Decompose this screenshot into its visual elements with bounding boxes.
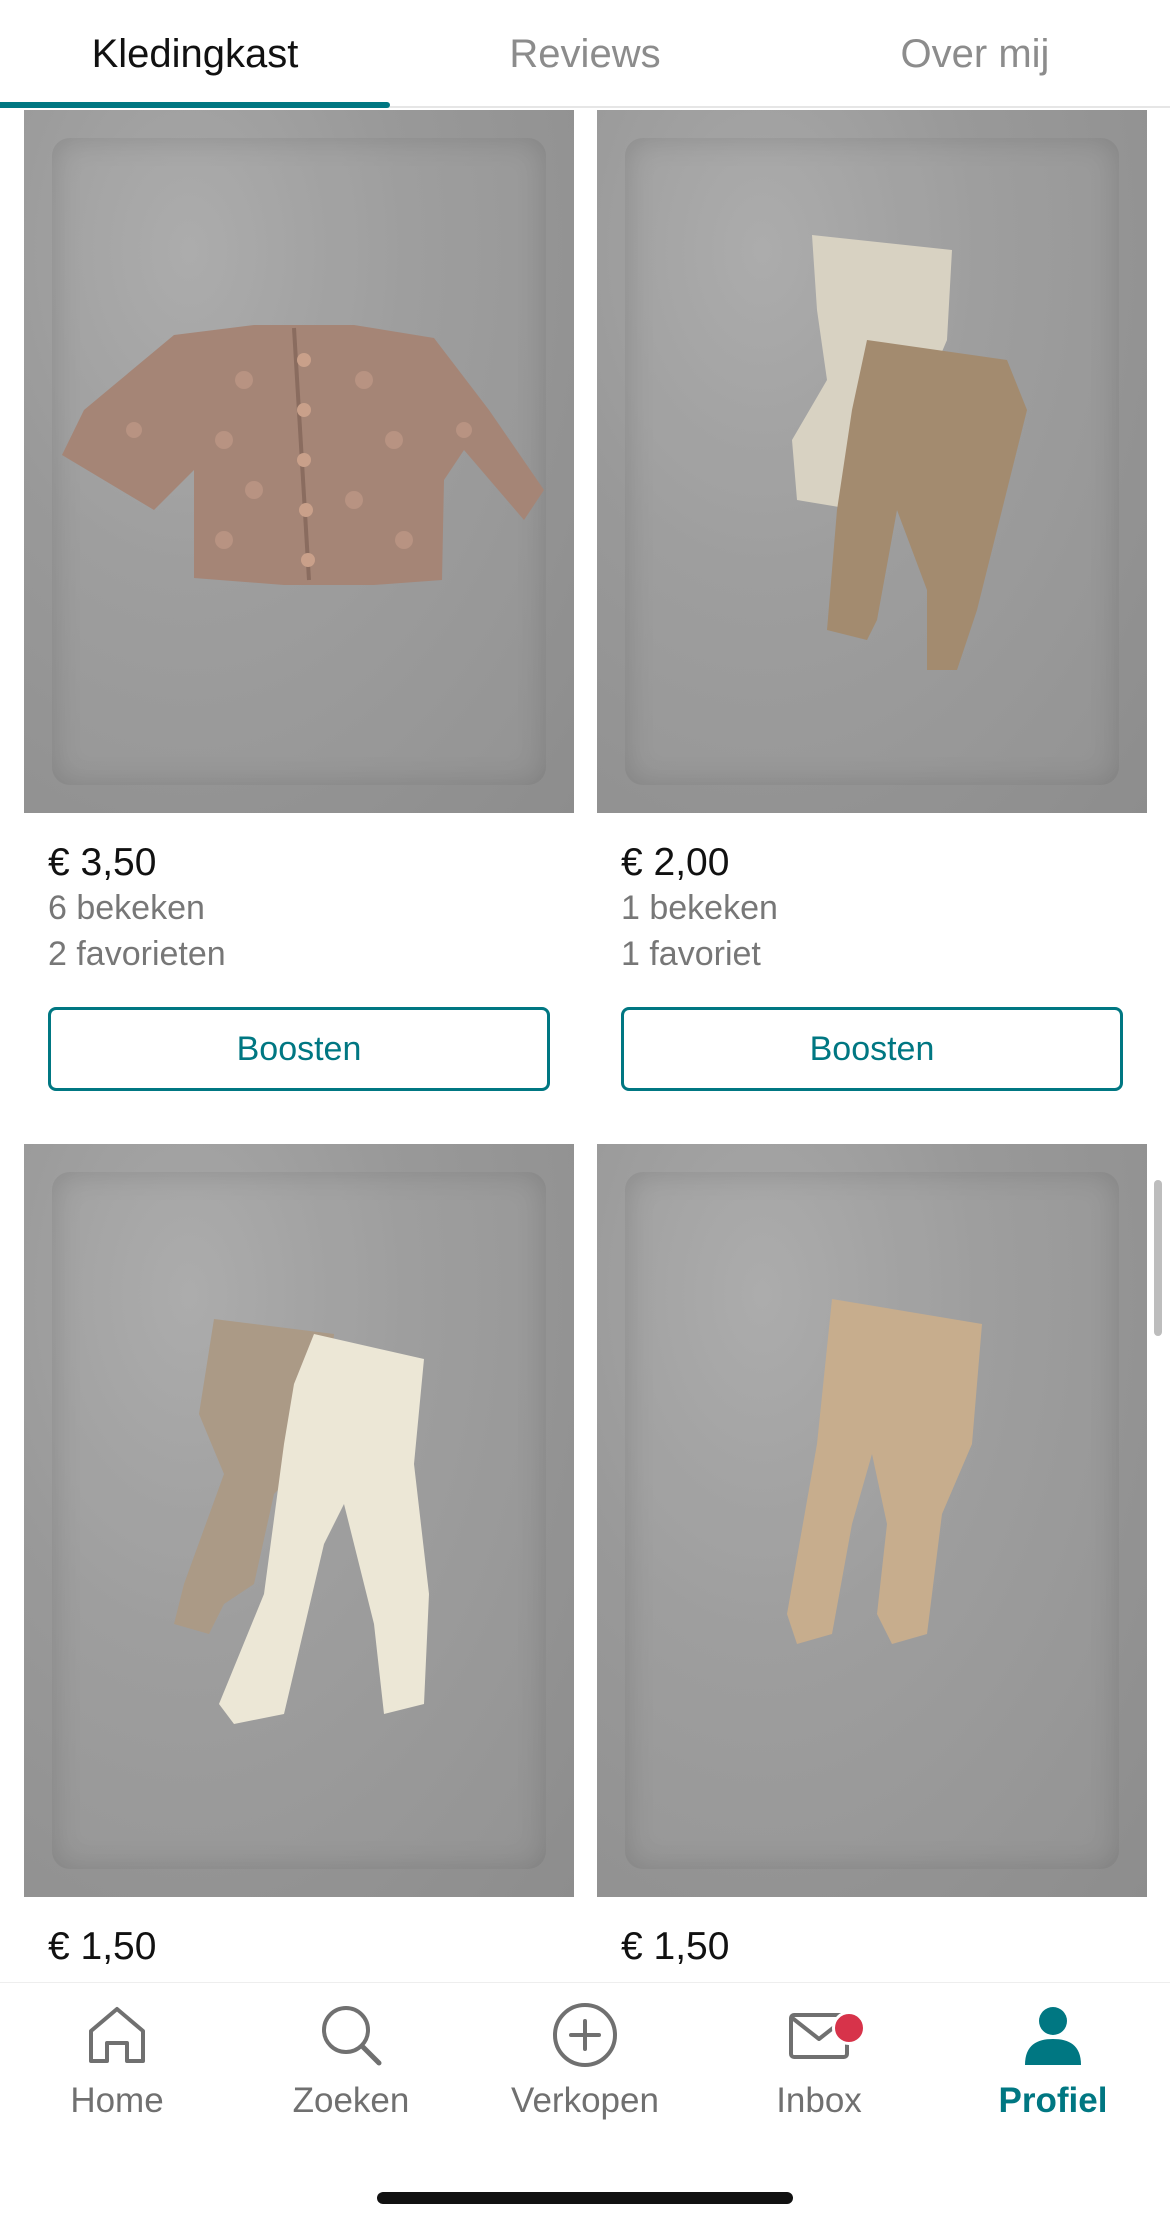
item-price: € 1,50 bbox=[48, 1925, 157, 1968]
profile-icon bbox=[1025, 2007, 1081, 2065]
item-photo[interactable] bbox=[24, 110, 574, 813]
home-icon bbox=[89, 2007, 145, 2063]
item-card[interactable]: € 2,00 1 bekeken 1 favoriet Boosten bbox=[597, 110, 1147, 1091]
plus-circle-icon bbox=[553, 2003, 617, 2067]
profile-tabs: Kledingkast Reviews Over mij bbox=[0, 0, 1170, 108]
item-card[interactable]: € 1,50 bbox=[24, 1144, 574, 1969]
item-views: 1 bekeken bbox=[621, 889, 778, 927]
scrollbar[interactable] bbox=[1154, 1180, 1162, 1336]
nav-label: Home bbox=[70, 2081, 164, 2120]
home-indicator bbox=[377, 2192, 793, 2204]
item-photo[interactable] bbox=[597, 110, 1147, 813]
tights-image bbox=[174, 1319, 429, 1724]
item-photo[interactable] bbox=[597, 1144, 1147, 1897]
cardigan-image bbox=[62, 325, 544, 585]
nav-profile[interactable]: Profiel bbox=[936, 1999, 1170, 2139]
item-views: 6 bekeken bbox=[48, 889, 205, 927]
boost-button[interactable]: Boosten bbox=[48, 1007, 550, 1091]
item-photo[interactable] bbox=[24, 1144, 574, 1897]
search-icon bbox=[322, 2006, 382, 2066]
screen: Kledingkast Reviews Over mij € 3,50 6 be… bbox=[0, 0, 1170, 2228]
nav-inbox[interactable]: Inbox bbox=[702, 1999, 936, 2139]
nav-search[interactable]: Zoeken bbox=[234, 1999, 468, 2139]
item-price: € 1,50 bbox=[621, 1925, 730, 1968]
tab-indicator bbox=[0, 102, 390, 108]
tights-image bbox=[792, 235, 1027, 670]
tab-kledingkast[interactable]: Kledingkast bbox=[0, 0, 390, 108]
nav-label: Profiel bbox=[998, 2081, 1108, 2120]
nav-label: Inbox bbox=[776, 2081, 862, 2120]
nav-home[interactable]: Home bbox=[0, 1999, 234, 2139]
item-card[interactable]: € 3,50 6 bekeken 2 favorieten Boosten bbox=[24, 110, 574, 1091]
item-card[interactable]: € 1,50 bbox=[597, 1144, 1147, 1969]
boost-button[interactable]: Boosten bbox=[621, 1007, 1123, 1091]
tab-reviews[interactable]: Reviews bbox=[390, 0, 780, 108]
tab-over-mij[interactable]: Over mij bbox=[780, 0, 1170, 108]
item-favorites: 1 favoriet bbox=[621, 935, 761, 973]
nav-sell[interactable]: Verkopen bbox=[468, 1999, 702, 2139]
nav-label: Zoeken bbox=[292, 2081, 410, 2120]
item-favorites: 2 favorieten bbox=[48, 935, 226, 973]
item-price: € 3,50 bbox=[48, 841, 157, 884]
item-price: € 2,00 bbox=[621, 841, 730, 884]
notification-badge bbox=[832, 2011, 866, 2045]
nav-label: Verkopen bbox=[511, 2081, 659, 2120]
tights-image bbox=[787, 1299, 982, 1644]
